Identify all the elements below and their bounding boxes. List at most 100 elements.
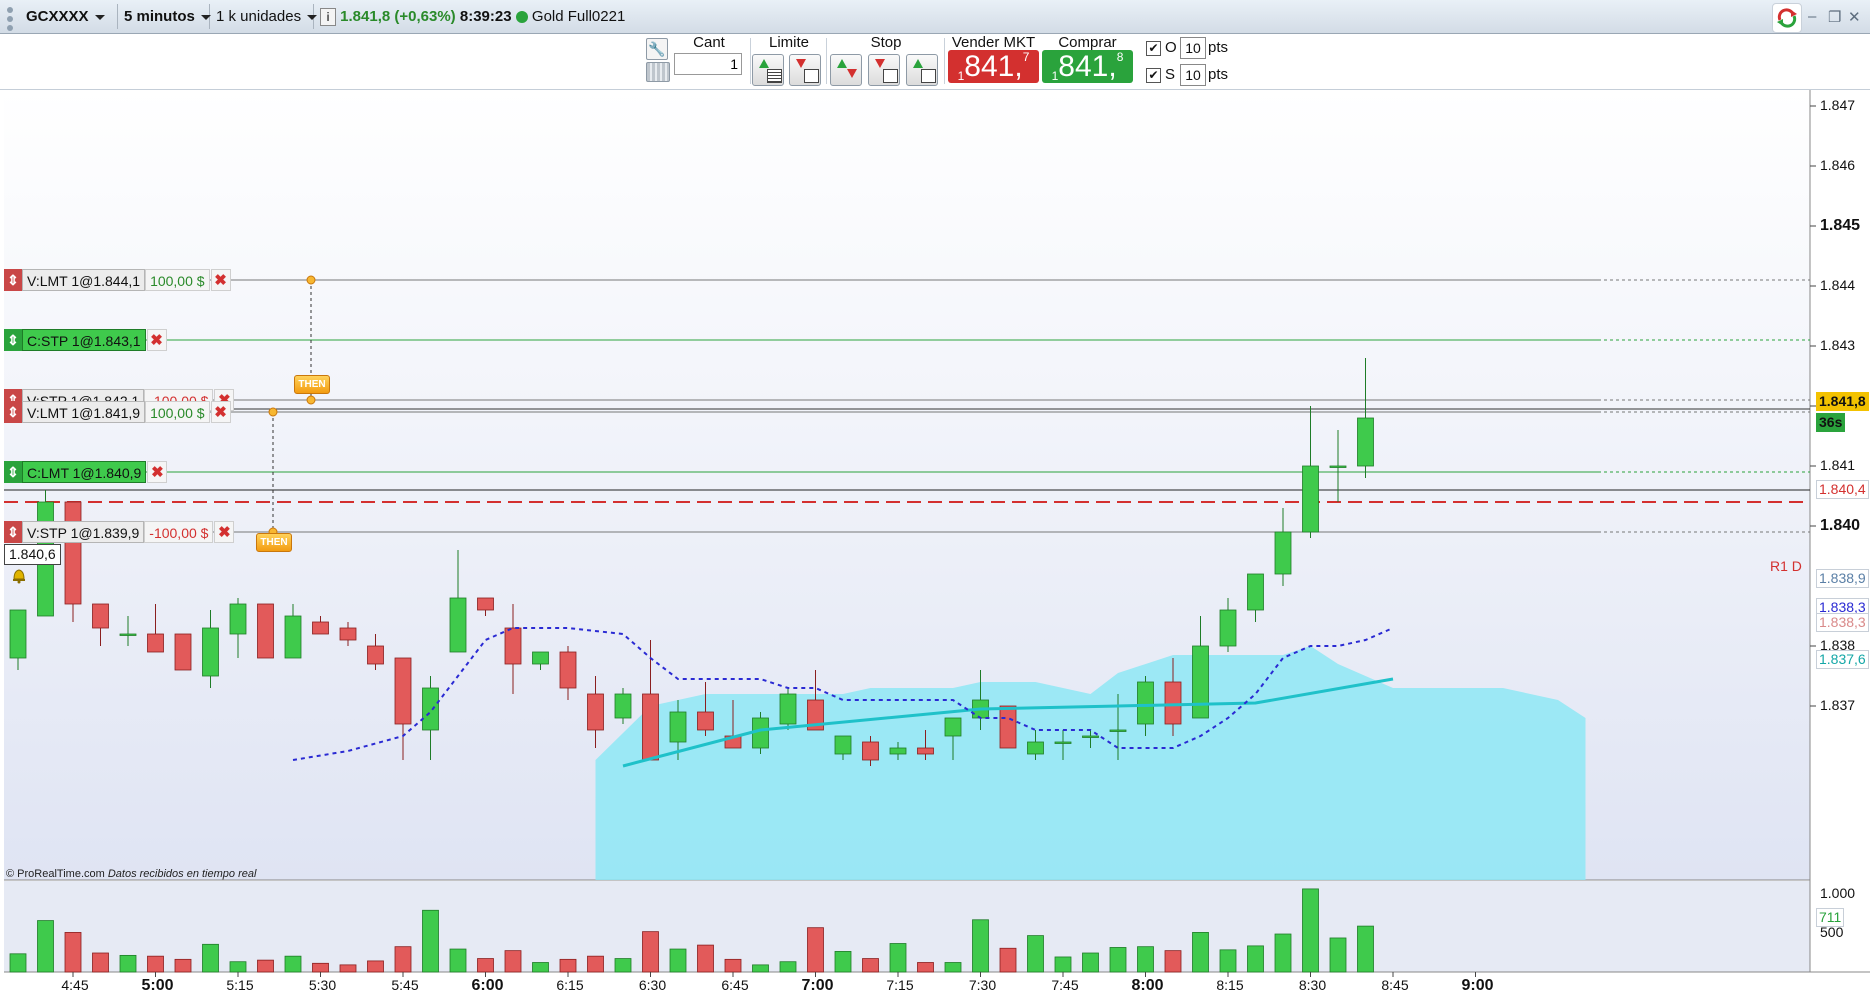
drag-handle-icon[interactable] [4,6,16,31]
sell-market-button[interactable]: 1841,7 [948,50,1039,83]
order-tag[interactable]: ⇕ V:LMT 1@1.844,1 100,00 $ ✖ [4,269,231,291]
cancel-order-icon[interactable]: ✖ [146,329,167,351]
drag-order-icon[interactable]: ⇕ [4,521,22,543]
candle-body [917,747,934,755]
buy-stop-button[interactable] [830,54,862,86]
order-label[interactable]: V:STP 1@1.839,9 [22,521,145,543]
order-label[interactable]: C:LMT 1@1.840,9 [22,461,147,483]
order-label[interactable]: V:LMT 1@1.841,9 [22,401,146,423]
buy-limit-button[interactable] [752,54,784,86]
candle-body [229,603,247,635]
o-points-input[interactable]: 10 [1180,37,1206,59]
candle-body [312,621,329,635]
timeframe-selector[interactable]: 5 minutos [118,4,211,29]
sync-icon[interactable] [1772,3,1802,33]
status-dot-icon [515,11,528,24]
cancel-order-icon[interactable]: ✖ [210,269,231,291]
instrument-name: GCXXXX [26,8,89,25]
volume-bar [1192,932,1209,973]
trailing-stop-button[interactable] [906,54,938,86]
candle-body [1109,729,1127,732]
cancel-order-icon[interactable]: ✖ [210,401,231,423]
price-tick-label: 1.837 [1820,697,1856,713]
order-pnl: 100,00 $ [145,401,210,423]
candle-body [834,735,852,755]
candle-body [1082,735,1099,738]
info-icon[interactable]: i [320,8,336,26]
volume-bar [477,958,494,973]
sell-limit-button[interactable] [789,54,821,86]
sell-stop-button[interactable] [868,54,900,86]
order-tag[interactable]: ⇕ V:LMT 1@1.841,9 100,00 $ ✖ [4,401,231,423]
volume-bar [724,958,742,973]
candle-body [64,501,82,605]
cancel-order-icon[interactable]: ✖ [147,461,168,483]
drag-order-icon[interactable]: ⇕ [4,461,22,483]
price-tick-label: 1.844 [1820,277,1856,293]
wrench-icon[interactable]: 🔧 [646,38,668,60]
buy-price-main: 841, [1058,50,1117,83]
o-checkbox[interactable]: ✔ [1146,41,1161,56]
minimize-icon[interactable]: – [1808,8,1816,25]
candle-body [9,609,27,659]
volume-bar [999,947,1017,973]
order-tag[interactable]: ⇕ V:STP 1@1.839,9 -100,00 $ ✖ [4,521,235,543]
drag-order-icon[interactable]: ⇕ [4,269,22,291]
quantity-input[interactable] [674,53,742,75]
order-label[interactable]: C:STP 1@1.843,1 [22,329,146,351]
volume-bar [202,943,219,973]
order-tag[interactable]: ⇕ C:STP 1@1.843,1 ✖ [4,329,167,351]
volume-bar [614,958,632,973]
price-axis-label: 1.838,9 [1816,569,1869,588]
time-tick-label: 8:45 [1381,977,1409,993]
candle-body [477,597,494,611]
price-axis-label: 1.840,4 [1816,480,1869,499]
divider [826,38,827,84]
order-label[interactable]: V:LMT 1@1.844,1 [22,269,146,291]
price-change: (+0,63%) [394,8,456,25]
candle-body [1054,741,1072,744]
then-badge[interactable]: THEN [294,375,330,394]
time-tick-label: 6:30 [638,977,667,993]
then-badge[interactable]: THEN [256,533,292,552]
s-points-input[interactable]: 10 [1180,64,1206,86]
time-tick-label: 5:45 [391,977,419,993]
s-checkbox[interactable]: ✔ [1146,68,1161,83]
time-tick-label: 5:00 [141,977,174,994]
volume-value-label: 711 [1816,907,1845,927]
volume-bar [1054,956,1072,973]
candle-body [1274,531,1292,575]
time-tick-label: 6:45 [721,977,749,993]
time-tick-label: 7:30 [968,977,997,993]
feed-name: Gold Full0221 [531,8,626,25]
time-tick-label: 8:15 [1216,977,1244,993]
close-icon[interactable]: ✕ [1848,8,1861,26]
candle-body [669,711,687,743]
units-selector[interactable]: 1 k unidades [210,4,318,29]
price-tick-label: 1.840 [1820,517,1861,534]
volume-bar [119,954,137,973]
time-tick-label: 8:30 [1298,977,1327,993]
candle-body [147,633,164,653]
buy-market-button[interactable]: 1841,8 [1042,50,1133,83]
price-tick-label: 1.846 [1820,157,1856,173]
price-tick-label: 1.841 [1820,457,1856,473]
candle-body [1329,465,1347,468]
volume-bar [587,955,604,973]
instrument-selector[interactable]: GCXXXX [20,4,118,29]
candle-body [587,693,604,731]
candle-body [1302,465,1319,533]
order-tag[interactable]: ⇕ C:LMT 1@1.840,9 ✖ [4,461,168,483]
drag-order-icon[interactable]: ⇕ [4,329,22,351]
keyboard-icon[interactable] [646,62,670,82]
cancel-order-icon[interactable]: ✖ [214,521,235,543]
candle-body [284,615,302,659]
o-unit: pts [1208,39,1229,56]
volume-bar [504,950,522,973]
candle-body [449,597,467,653]
volume-bar [394,946,412,973]
drag-order-icon[interactable]: ⇕ [4,401,22,423]
price-axis-label: 1.838,3 [1816,613,1869,632]
restore-icon[interactable]: ❐ [1828,8,1841,26]
bell-icon[interactable] [10,566,28,584]
